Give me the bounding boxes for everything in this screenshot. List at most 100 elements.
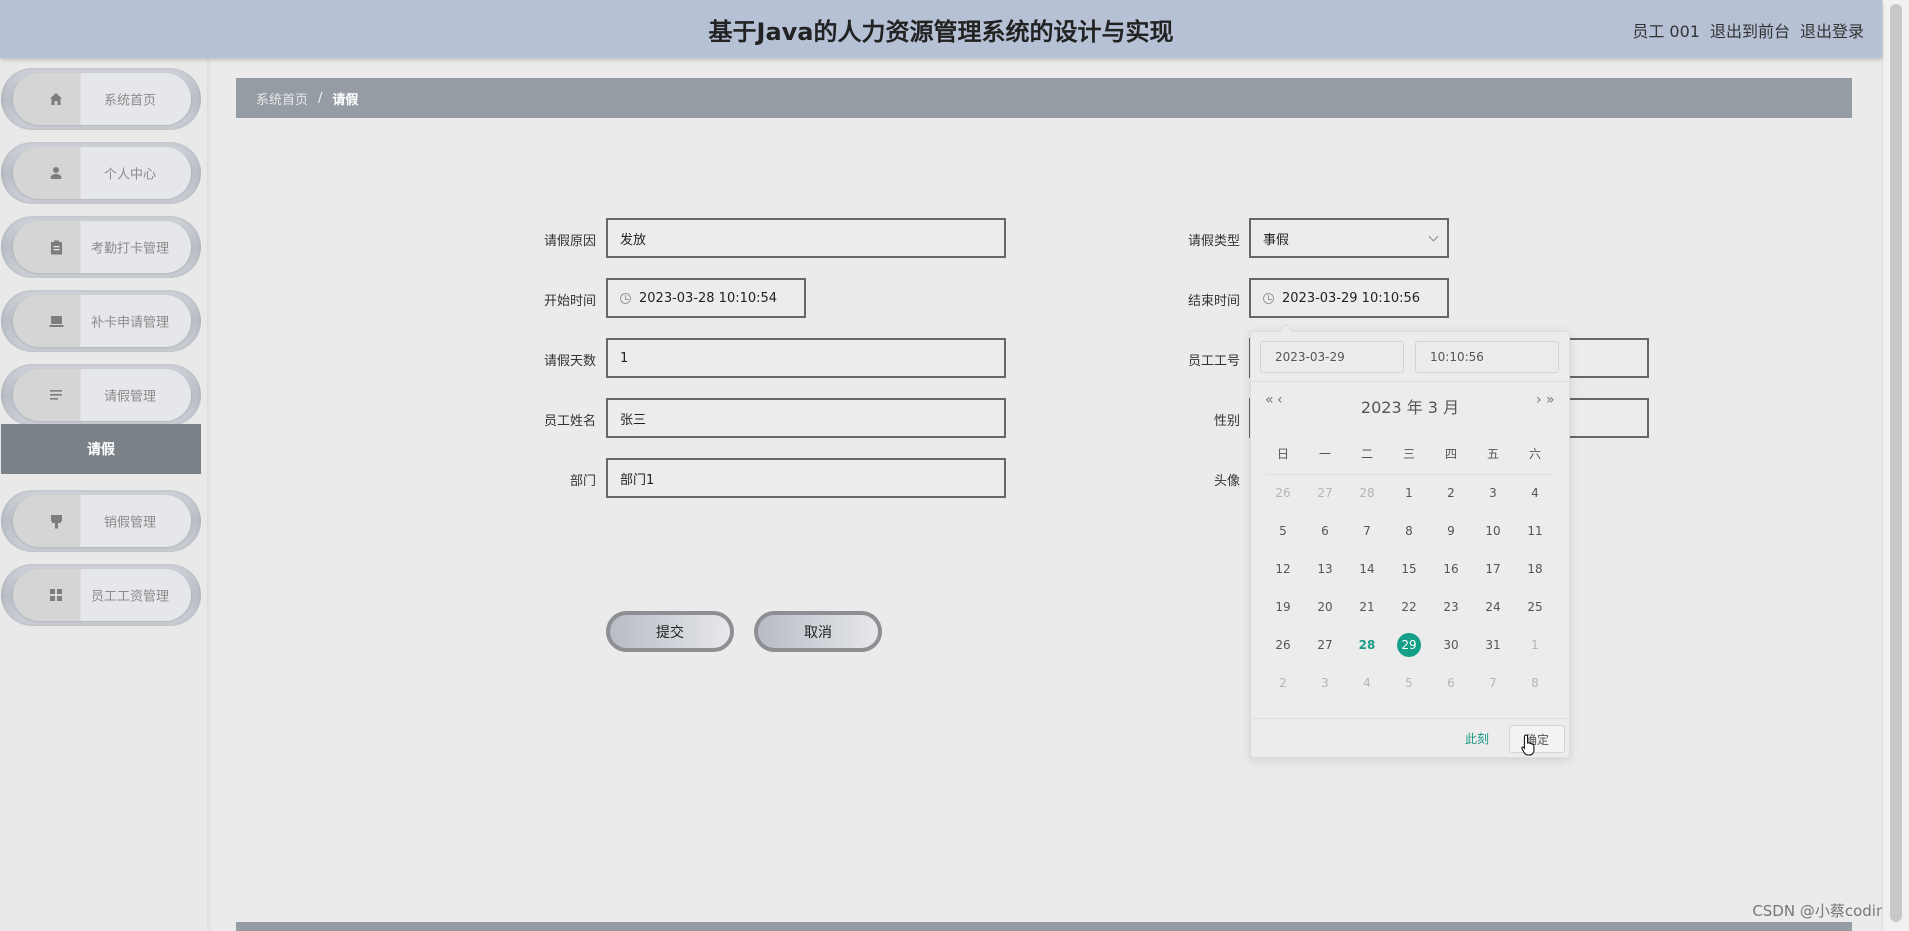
calendar-day[interactable]: 18	[1519, 556, 1551, 582]
calendar-day[interactable]: 23	[1435, 594, 1467, 620]
calendar-day[interactable]: 27	[1309, 480, 1341, 506]
day-number: 20	[1317, 600, 1333, 614]
calendar-day[interactable]: 7	[1477, 670, 1509, 696]
next-year-button[interactable]: »	[1546, 392, 1554, 408]
confirm-button[interactable]: 确定	[1509, 725, 1565, 753]
calendar-day[interactable]: 11	[1519, 518, 1551, 544]
calendar-day[interactable]: 15	[1393, 556, 1425, 582]
calendar-day[interactable]: 1	[1519, 632, 1551, 658]
sidebar-subitem-leave[interactable]: 请假	[1, 424, 201, 474]
clock-icon	[1263, 292, 1274, 304]
calendar-day[interactable]: 31	[1477, 632, 1509, 658]
calendar-day[interactable]: 2	[1435, 480, 1467, 506]
calendar-day[interactable]: 8	[1393, 518, 1425, 544]
logout-link[interactable]: 退出登录	[1800, 18, 1864, 42]
calendar-day[interactable]: 10	[1477, 518, 1509, 544]
sidebar-item-label: 补卡申请管理	[90, 315, 169, 331]
day-number: 2	[1447, 486, 1455, 500]
weekday-label: 六	[1528, 447, 1541, 461]
calendar-day-selected[interactable]: 29	[1393, 632, 1425, 658]
calendar-day[interactable]: 26	[1267, 632, 1299, 658]
calendar-day[interactable]: 24	[1477, 594, 1509, 620]
day-number: 29	[1397, 633, 1421, 657]
employee-name-input[interactable]: 张三	[606, 398, 1006, 438]
end-time-input[interactable]: 2023-03-29 10:10:56	[1249, 278, 1449, 318]
sidebar-item-leave[interactable]: 请假管理	[1, 364, 201, 426]
calendar-day[interactable]: 8	[1519, 670, 1551, 696]
calendar-day[interactable]: 3	[1477, 480, 1509, 506]
leave-type-select[interactable]: 事假	[1249, 218, 1449, 258]
calendar-day[interactable]: 6	[1435, 670, 1467, 696]
start-time-value: 2023-03-28 10:10:54	[639, 290, 778, 306]
day-number: 3	[1321, 676, 1329, 690]
vertical-scrollbar[interactable]	[1882, 0, 1909, 931]
calendar-day[interactable]: 28	[1351, 480, 1383, 506]
day-number: 5	[1279, 524, 1287, 538]
calendar-day[interactable]: 2	[1267, 670, 1299, 696]
breadcrumb-home[interactable]: 系统首页	[256, 89, 308, 108]
calendar-day[interactable]: 9	[1435, 518, 1467, 544]
calendar-day[interactable]: 4	[1519, 480, 1551, 506]
weekday-label: 一	[1318, 447, 1331, 461]
picker-date-input[interactable]: 2023-03-29	[1260, 341, 1404, 373]
calendar-day[interactable]: 7	[1351, 518, 1383, 544]
day-number: 10	[1485, 524, 1501, 538]
sidebar-item-makeup-card[interactable]: 补卡申请管理	[1, 290, 201, 352]
back-to-front-link[interactable]: 退出到前台	[1710, 18, 1790, 42]
days-label: 请假天数	[543, 354, 596, 369]
sidebar-item-label: 请假管理	[103, 389, 156, 405]
calendar-day[interactable]: 12	[1267, 556, 1299, 582]
calendar-day[interactable]: 5	[1267, 518, 1299, 544]
day-number: 1	[1531, 638, 1539, 652]
day-number: 5	[1405, 676, 1413, 690]
days-input[interactable]: 1	[606, 338, 1006, 378]
reason-input[interactable]: 发放	[606, 218, 1006, 258]
day-number: 3	[1489, 486, 1497, 500]
sidebar-item-salary[interactable]: 员工工资管理	[1, 564, 201, 626]
day-number: 18	[1527, 562, 1543, 576]
start-time-input[interactable]: 2023-03-28 10:10:54	[606, 278, 806, 318]
submit-button[interactable]: 提交	[606, 611, 734, 652]
calendar-day[interactable]: 17	[1477, 556, 1509, 582]
calendar-day[interactable]: 21	[1351, 594, 1383, 620]
end-time-value: 2023-03-29 10:10:56	[1282, 290, 1421, 306]
breadcrumb-current: 请假	[332, 92, 359, 108]
calendar-day[interactable]: 4	[1351, 670, 1383, 696]
day-number: 27	[1317, 486, 1333, 500]
sidebar-item-label: 考勤打卡管理	[90, 241, 169, 257]
calendar-day[interactable]: 3	[1309, 670, 1341, 696]
calendar-day[interactable]: 22	[1393, 594, 1425, 620]
calendar-day[interactable]: 16	[1435, 556, 1467, 582]
calendar-day[interactable]: 28	[1351, 632, 1383, 658]
weekday-label: 日	[1276, 447, 1289, 461]
day-number: 8	[1405, 524, 1413, 538]
calendar-day[interactable]: 27	[1309, 632, 1341, 658]
calendar-day[interactable]: 1	[1393, 480, 1425, 506]
scrollbar-thumb[interactable]	[1890, 4, 1902, 922]
day-number: 17	[1485, 562, 1501, 576]
sidebar-item-cancel-leave[interactable]: 销假管理	[1, 490, 201, 552]
sidebar-item-label: 个人中心	[103, 167, 156, 183]
calendar-day[interactable]: 25	[1519, 594, 1551, 620]
sidebar-item-profile[interactable]: 个人中心	[1, 142, 201, 204]
calendar-day[interactable]: 14	[1351, 556, 1383, 582]
calendar-day[interactable]: 13	[1309, 556, 1341, 582]
calendar-day[interactable]: 5	[1393, 670, 1425, 696]
reason-value: 发放	[620, 232, 647, 248]
day-number: 28	[1359, 486, 1375, 500]
picker-time-input[interactable]: 10:10:56	[1415, 341, 1559, 373]
day-number: 14	[1359, 562, 1375, 576]
next-month-button[interactable]: ›	[1536, 392, 1541, 408]
sidebar-item-attendance[interactable]: 考勤打卡管理	[1, 216, 201, 278]
calendar-day[interactable]: 6	[1309, 518, 1341, 544]
calendar-day[interactable]: 26	[1267, 480, 1299, 506]
department-input[interactable]: 部门1	[606, 458, 1006, 498]
cancel-button[interactable]: 取消	[754, 611, 882, 652]
now-button[interactable]: 此刻	[1465, 730, 1489, 747]
calendar-day[interactable]: 20	[1309, 594, 1341, 620]
calendar-day[interactable]: 30	[1435, 632, 1467, 658]
day-number: 26	[1275, 486, 1291, 500]
calendar-day[interactable]: 19	[1267, 594, 1299, 620]
sidebar-item-home[interactable]: 系统首页	[1, 68, 201, 130]
gender-label: 性别	[1213, 414, 1240, 429]
